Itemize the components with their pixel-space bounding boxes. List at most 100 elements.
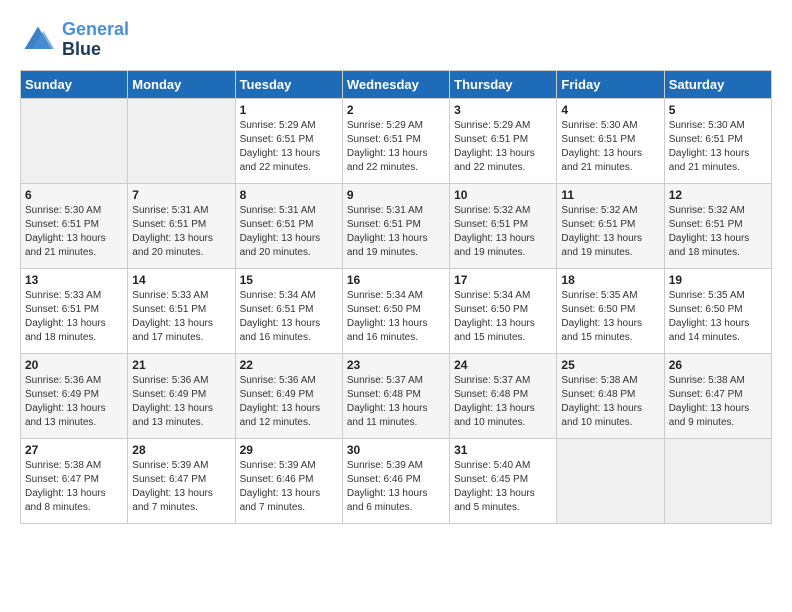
calendar-table: SundayMondayTuesdayWednesdayThursdayFrid… <box>20 70 772 524</box>
day-number: 7 <box>132 188 230 202</box>
day-info: Sunrise: 5:38 AM Sunset: 6:47 PM Dayligh… <box>25 459 123 515</box>
weekday-header-saturday: Saturday <box>664 70 771 98</box>
calendar-cell: 31 Sunrise: 5:40 AM Sunset: 6:45 PM Dayl… <box>450 438 557 523</box>
calendar-cell: 14 Sunrise: 5:33 AM Sunset: 6:51 PM Dayl… <box>128 268 235 353</box>
day-number: 23 <box>347 358 445 372</box>
day-info: Sunrise: 5:31 AM Sunset: 6:51 PM Dayligh… <box>240 204 338 260</box>
calendar-week-3: 13 Sunrise: 5:33 AM Sunset: 6:51 PM Dayl… <box>21 268 772 353</box>
day-number: 8 <box>240 188 338 202</box>
calendar-cell: 4 Sunrise: 5:30 AM Sunset: 6:51 PM Dayli… <box>557 98 664 183</box>
day-info: Sunrise: 5:33 AM Sunset: 6:51 PM Dayligh… <box>25 289 123 345</box>
day-number: 16 <box>347 273 445 287</box>
weekday-header-thursday: Thursday <box>450 70 557 98</box>
day-info: Sunrise: 5:39 AM Sunset: 6:46 PM Dayligh… <box>347 459 445 515</box>
calendar-week-2: 6 Sunrise: 5:30 AM Sunset: 6:51 PM Dayli… <box>21 183 772 268</box>
calendar-cell: 10 Sunrise: 5:32 AM Sunset: 6:51 PM Dayl… <box>450 183 557 268</box>
calendar-cell: 18 Sunrise: 5:35 AM Sunset: 6:50 PM Dayl… <box>557 268 664 353</box>
day-number: 27 <box>25 443 123 457</box>
calendar-cell: 5 Sunrise: 5:30 AM Sunset: 6:51 PM Dayli… <box>664 98 771 183</box>
day-number: 30 <box>347 443 445 457</box>
day-info: Sunrise: 5:29 AM Sunset: 6:51 PM Dayligh… <box>347 119 445 175</box>
page-header: General Blue <box>20 20 772 60</box>
calendar-cell: 8 Sunrise: 5:31 AM Sunset: 6:51 PM Dayli… <box>235 183 342 268</box>
logo-text: General Blue <box>62 20 129 60</box>
calendar-cell: 6 Sunrise: 5:30 AM Sunset: 6:51 PM Dayli… <box>21 183 128 268</box>
calendar-cell: 9 Sunrise: 5:31 AM Sunset: 6:51 PM Dayli… <box>342 183 449 268</box>
day-info: Sunrise: 5:37 AM Sunset: 6:48 PM Dayligh… <box>454 374 552 430</box>
calendar-cell: 15 Sunrise: 5:34 AM Sunset: 6:51 PM Dayl… <box>235 268 342 353</box>
day-number: 21 <box>132 358 230 372</box>
day-number: 20 <box>25 358 123 372</box>
calendar-cell: 30 Sunrise: 5:39 AM Sunset: 6:46 PM Dayl… <box>342 438 449 523</box>
day-info: Sunrise: 5:31 AM Sunset: 6:51 PM Dayligh… <box>347 204 445 260</box>
day-info: Sunrise: 5:34 AM Sunset: 6:50 PM Dayligh… <box>347 289 445 345</box>
calendar-week-4: 20 Sunrise: 5:36 AM Sunset: 6:49 PM Dayl… <box>21 353 772 438</box>
day-number: 10 <box>454 188 552 202</box>
day-info: Sunrise: 5:35 AM Sunset: 6:50 PM Dayligh… <box>561 289 659 345</box>
calendar-cell <box>128 98 235 183</box>
day-info: Sunrise: 5:35 AM Sunset: 6:50 PM Dayligh… <box>669 289 767 345</box>
day-number: 11 <box>561 188 659 202</box>
day-number: 14 <box>132 273 230 287</box>
day-number: 31 <box>454 443 552 457</box>
day-info: Sunrise: 5:33 AM Sunset: 6:51 PM Dayligh… <box>132 289 230 345</box>
day-number: 12 <box>669 188 767 202</box>
day-number: 25 <box>561 358 659 372</box>
calendar-cell: 3 Sunrise: 5:29 AM Sunset: 6:51 PM Dayli… <box>450 98 557 183</box>
day-info: Sunrise: 5:38 AM Sunset: 6:47 PM Dayligh… <box>669 374 767 430</box>
day-info: Sunrise: 5:30 AM Sunset: 6:51 PM Dayligh… <box>25 204 123 260</box>
day-number: 2 <box>347 103 445 117</box>
day-info: Sunrise: 5:32 AM Sunset: 6:51 PM Dayligh… <box>561 204 659 260</box>
day-info: Sunrise: 5:29 AM Sunset: 6:51 PM Dayligh… <box>454 119 552 175</box>
day-info: Sunrise: 5:31 AM Sunset: 6:51 PM Dayligh… <box>132 204 230 260</box>
calendar-cell: 17 Sunrise: 5:34 AM Sunset: 6:50 PM Dayl… <box>450 268 557 353</box>
day-info: Sunrise: 5:39 AM Sunset: 6:47 PM Dayligh… <box>132 459 230 515</box>
day-number: 28 <box>132 443 230 457</box>
day-info: Sunrise: 5:40 AM Sunset: 6:45 PM Dayligh… <box>454 459 552 515</box>
calendar-cell: 26 Sunrise: 5:38 AM Sunset: 6:47 PM Dayl… <box>664 353 771 438</box>
day-info: Sunrise: 5:36 AM Sunset: 6:49 PM Dayligh… <box>132 374 230 430</box>
day-number: 15 <box>240 273 338 287</box>
calendar-cell: 24 Sunrise: 5:37 AM Sunset: 6:48 PM Dayl… <box>450 353 557 438</box>
day-number: 5 <box>669 103 767 117</box>
day-number: 18 <box>561 273 659 287</box>
calendar-cell: 11 Sunrise: 5:32 AM Sunset: 6:51 PM Dayl… <box>557 183 664 268</box>
calendar-cell: 29 Sunrise: 5:39 AM Sunset: 6:46 PM Dayl… <box>235 438 342 523</box>
weekday-header-wednesday: Wednesday <box>342 70 449 98</box>
weekday-header-friday: Friday <box>557 70 664 98</box>
day-info: Sunrise: 5:36 AM Sunset: 6:49 PM Dayligh… <box>25 374 123 430</box>
day-number: 26 <box>669 358 767 372</box>
weekday-header-tuesday: Tuesday <box>235 70 342 98</box>
logo-icon <box>20 22 56 58</box>
day-info: Sunrise: 5:38 AM Sunset: 6:48 PM Dayligh… <box>561 374 659 430</box>
calendar-cell: 13 Sunrise: 5:33 AM Sunset: 6:51 PM Dayl… <box>21 268 128 353</box>
logo: General Blue <box>20 20 129 60</box>
calendar-cell: 12 Sunrise: 5:32 AM Sunset: 6:51 PM Dayl… <box>664 183 771 268</box>
calendar-cell: 23 Sunrise: 5:37 AM Sunset: 6:48 PM Dayl… <box>342 353 449 438</box>
day-number: 1 <box>240 103 338 117</box>
day-info: Sunrise: 5:30 AM Sunset: 6:51 PM Dayligh… <box>561 119 659 175</box>
day-info: Sunrise: 5:37 AM Sunset: 6:48 PM Dayligh… <box>347 374 445 430</box>
weekday-header-sunday: Sunday <box>21 70 128 98</box>
day-info: Sunrise: 5:39 AM Sunset: 6:46 PM Dayligh… <box>240 459 338 515</box>
calendar-week-1: 1 Sunrise: 5:29 AM Sunset: 6:51 PM Dayli… <box>21 98 772 183</box>
day-info: Sunrise: 5:32 AM Sunset: 6:51 PM Dayligh… <box>454 204 552 260</box>
day-number: 29 <box>240 443 338 457</box>
calendar-week-5: 27 Sunrise: 5:38 AM Sunset: 6:47 PM Dayl… <box>21 438 772 523</box>
day-info: Sunrise: 5:29 AM Sunset: 6:51 PM Dayligh… <box>240 119 338 175</box>
day-number: 9 <box>347 188 445 202</box>
calendar-cell: 20 Sunrise: 5:36 AM Sunset: 6:49 PM Dayl… <box>21 353 128 438</box>
calendar-cell: 16 Sunrise: 5:34 AM Sunset: 6:50 PM Dayl… <box>342 268 449 353</box>
day-info: Sunrise: 5:36 AM Sunset: 6:49 PM Dayligh… <box>240 374 338 430</box>
calendar-cell: 22 Sunrise: 5:36 AM Sunset: 6:49 PM Dayl… <box>235 353 342 438</box>
calendar-cell: 1 Sunrise: 5:29 AM Sunset: 6:51 PM Dayli… <box>235 98 342 183</box>
calendar-cell: 25 Sunrise: 5:38 AM Sunset: 6:48 PM Dayl… <box>557 353 664 438</box>
calendar-cell: 7 Sunrise: 5:31 AM Sunset: 6:51 PM Dayli… <box>128 183 235 268</box>
calendar-cell: 27 Sunrise: 5:38 AM Sunset: 6:47 PM Dayl… <box>21 438 128 523</box>
weekday-header-monday: Monday <box>128 70 235 98</box>
day-number: 4 <box>561 103 659 117</box>
day-number: 13 <box>25 273 123 287</box>
day-number: 19 <box>669 273 767 287</box>
day-number: 24 <box>454 358 552 372</box>
calendar-cell: 28 Sunrise: 5:39 AM Sunset: 6:47 PM Dayl… <box>128 438 235 523</box>
